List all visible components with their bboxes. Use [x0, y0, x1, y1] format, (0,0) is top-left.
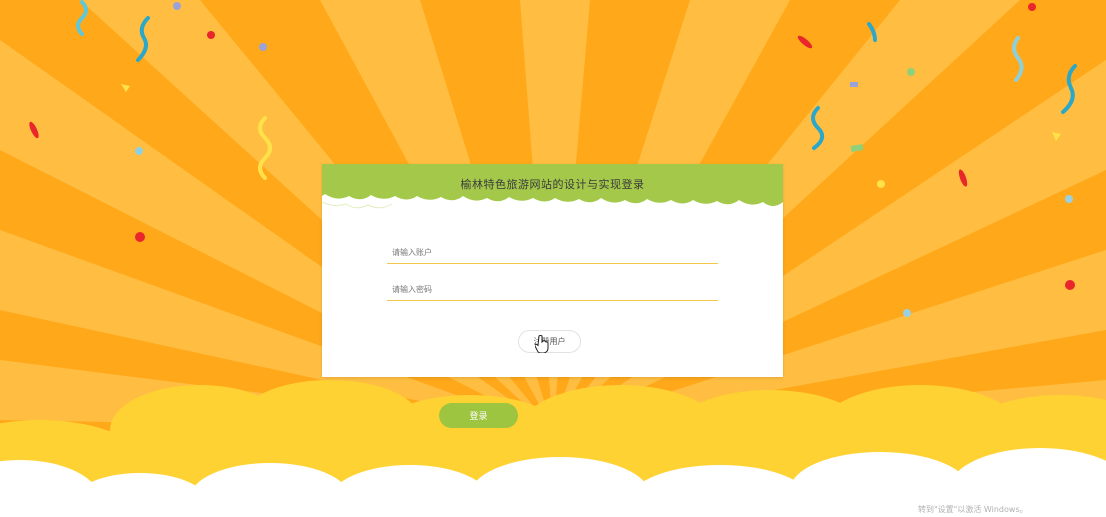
- login-page: 榆林特色旅游网站的设计与实现登录 注册用户 登录 CSDN @花椒coding …: [0, 0, 1106, 517]
- login-card: 榆林特色旅游网站的设计与实现登录 注册用户: [322, 164, 783, 377]
- register-user-button[interactable]: 注册用户: [518, 330, 581, 353]
- login-button[interactable]: 登录: [439, 403, 518, 428]
- login-title: 榆林特色旅游网站的设计与实现登录: [460, 178, 645, 191]
- password-input[interactable]: [387, 279, 718, 301]
- windows-activation-note: 转到"设置"以激活 Windows。: [918, 505, 1028, 514]
- card-header: 榆林特色旅游网站的设计与实现登录: [322, 164, 783, 209]
- hand-pointer-icon: [535, 335, 549, 353]
- account-input[interactable]: [387, 242, 718, 264]
